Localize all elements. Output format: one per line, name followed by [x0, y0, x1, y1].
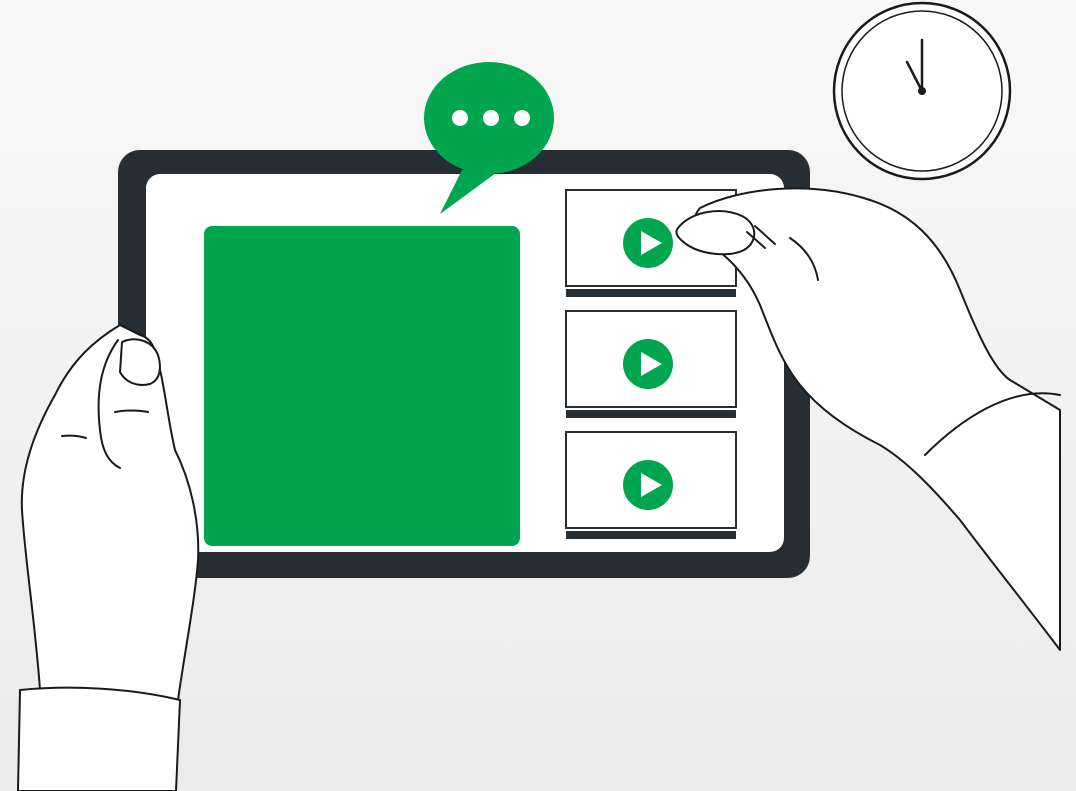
typing-dot: [514, 110, 530, 126]
clock-center: [918, 87, 926, 95]
illustration-canvas: [0, 0, 1076, 791]
tablet-video-illustration: [0, 0, 1076, 791]
main-video-panel[interactable]: [204, 226, 520, 546]
typing-dot: [483, 110, 499, 126]
video-thumbnail[interactable]: [565, 431, 737, 539]
video-thumbnail[interactable]: [565, 310, 737, 418]
typing-dot: [452, 110, 468, 126]
wall-clock-icon: [832, 1, 1012, 181]
